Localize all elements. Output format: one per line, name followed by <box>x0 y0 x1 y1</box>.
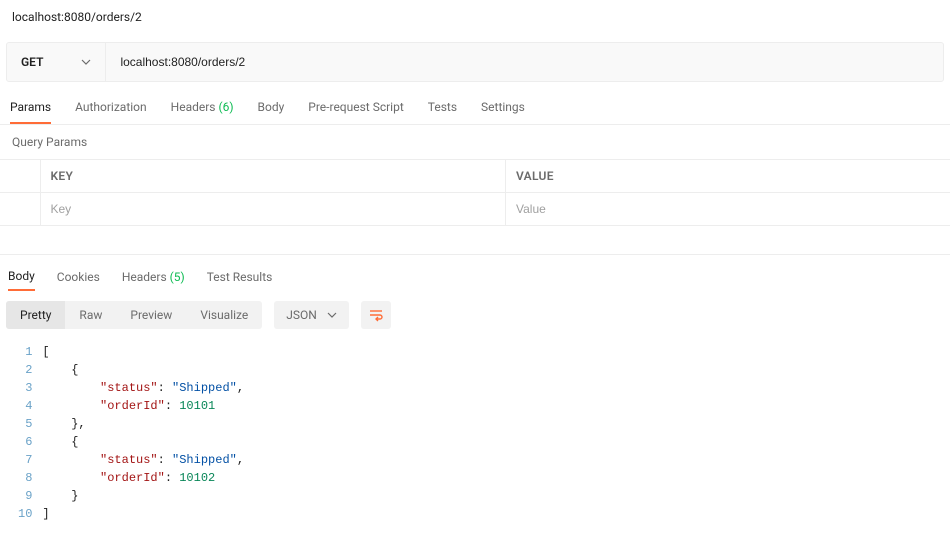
query-params-section-label: Query Params <box>0 125 950 160</box>
view-mode-group: PrettyRawPreviewVisualize <box>6 301 262 329</box>
tab-tests[interactable]: Tests <box>428 100 457 124</box>
tab-settings[interactable]: Settings <box>481 100 525 124</box>
response-body-viewer[interactable]: 12345678910 [ { "status": "Shipped", "or… <box>0 339 950 527</box>
format-select[interactable]: JSON <box>274 301 349 329</box>
response-tab-cookies[interactable]: Cookies <box>57 270 100 290</box>
response-section: Body Cookies Headers (5) Test Results Prett… <box>0 254 950 527</box>
key-input[interactable] <box>51 202 496 216</box>
response-tab-body[interactable]: Body <box>8 269 35 291</box>
url-input[interactable] <box>106 43 943 81</box>
view-mode-raw[interactable]: Raw <box>65 301 116 329</box>
http-method-label: GET <box>21 55 43 69</box>
format-select-label: JSON <box>286 308 317 322</box>
view-toolbar: PrettyRawPreviewVisualize JSON <box>0 291 950 339</box>
table-header-row: KEY VALUE <box>0 160 950 193</box>
key-column-header: KEY <box>40 160 506 193</box>
checkbox-column-header <box>0 160 40 193</box>
response-code: [ { "status": "Shipped", "orderId": 1010… <box>42 343 244 523</box>
http-method-select[interactable]: GET <box>7 43 106 81</box>
chevron-down-icon <box>81 57 91 67</box>
view-mode-visualize[interactable]: Visualize <box>186 301 262 329</box>
request-bar: GET <box>6 42 944 82</box>
response-tab-headers[interactable]: Headers (5) <box>122 270 185 290</box>
tab-pre-request-script[interactable]: Pre-request Script <box>308 100 403 124</box>
spacer <box>0 226 950 254</box>
tab-authorization[interactable]: Authorization <box>75 100 147 124</box>
response-tabs: Body Cookies Headers (5) Test Results <box>0 263 950 291</box>
count-badge: (6) <box>216 100 234 114</box>
value-input[interactable] <box>516 202 940 216</box>
tab-params[interactable]: Params <box>10 100 51 124</box>
table-row <box>0 193 950 226</box>
line-wrap-button[interactable] <box>361 301 391 329</box>
row-checkbox-cell[interactable] <box>0 193 40 226</box>
tab-headers[interactable]: Headers (6) <box>171 100 234 124</box>
chevron-down-icon <box>327 310 337 320</box>
request-name: localhost:8080/orders/2 <box>0 0 950 34</box>
count-badge: (5) <box>167 270 185 284</box>
response-tab-test-results[interactable]: Test Results <box>207 270 273 290</box>
value-column-header: VALUE <box>506 160 950 193</box>
query-params-table: KEY VALUE <box>0 160 950 226</box>
line-number-gutter: 12345678910 <box>0 343 42 523</box>
view-mode-preview[interactable]: Preview <box>116 301 186 329</box>
request-tabs: Params Authorization Headers (6) Body Pre-re… <box>0 82 950 125</box>
view-mode-pretty[interactable]: Pretty <box>6 301 65 329</box>
tab-body[interactable]: Body <box>258 100 285 124</box>
